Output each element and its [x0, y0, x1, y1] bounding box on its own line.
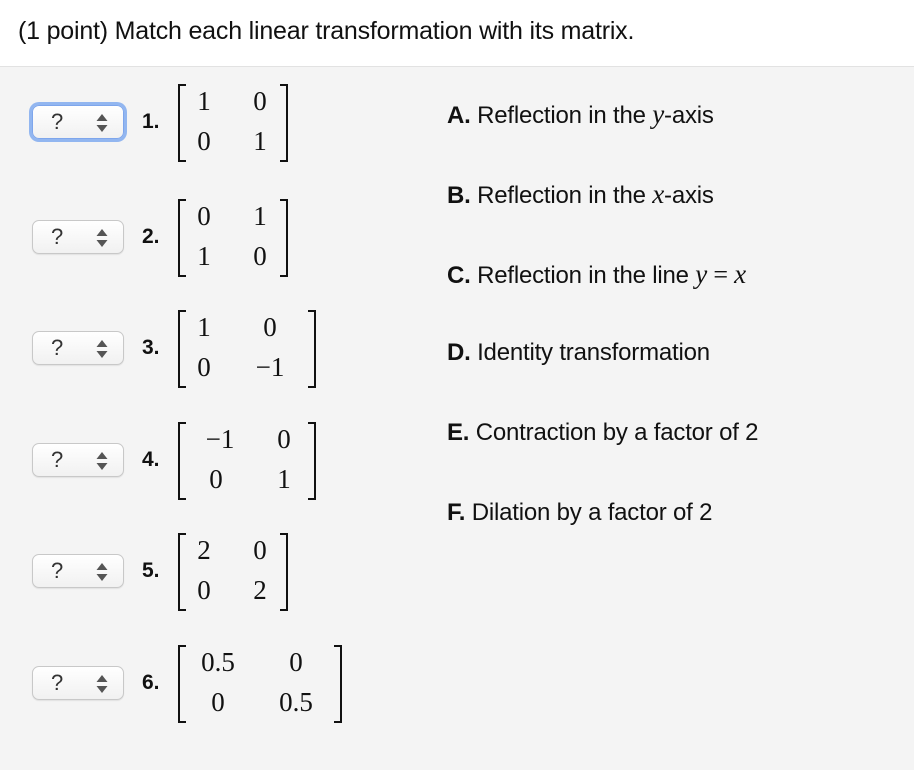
answer-letter: E. [447, 419, 470, 446]
matrix: 1 0 0 −1 [178, 310, 316, 390]
item-number: 1. [142, 110, 160, 133]
right-bracket [280, 533, 288, 611]
right-bracket [308, 422, 316, 500]
matrix-cell: 1 [197, 312, 211, 342]
math-variable: y [652, 99, 665, 129]
match-select-6[interactable]: ? [32, 666, 124, 700]
answer-letter: C. [447, 262, 471, 289]
matrix-cell: 1 [277, 464, 291, 494]
answer-text: Reflection in the [477, 182, 653, 209]
matrix: 2 0 0 2 [178, 533, 288, 613]
matrix: 0 1 1 0 [178, 199, 288, 279]
select-value: ? [51, 335, 64, 360]
matrix-cell: −1 [205, 424, 235, 454]
select-value: ? [51, 109, 64, 134]
select-value: ? [51, 558, 64, 583]
matrix-cell: −1 [255, 352, 285, 382]
answer-letter: B. [447, 182, 471, 209]
up-down-arrows-icon [96, 675, 108, 693]
left-bracket [178, 422, 186, 500]
up-down-arrows-icon [96, 452, 108, 470]
select-value: ? [51, 670, 64, 695]
answer-text: Reflection in the [477, 102, 653, 129]
up-down-arrows-icon [96, 114, 108, 132]
matrix-cell: 0.5 [201, 647, 235, 677]
answer-d: D. Identity transformation [447, 339, 710, 367]
problem-header: (1 point) Match each linear transformati… [0, 0, 914, 67]
match-select-1[interactable]: ? [32, 105, 124, 139]
matrix-cell: 0.5 [279, 687, 313, 717]
answer-b: B. Reflection in the x-axis [447, 179, 714, 210]
math-variable: x [652, 179, 665, 209]
matrix-cell: 0 [197, 126, 211, 156]
match-row-2: ? 2. 0 1 1 0 [0, 199, 420, 289]
answer-c: C. Reflection in the line y = x [447, 259, 746, 290]
up-down-arrows-icon [96, 340, 108, 358]
answer-text: -axis [664, 102, 714, 129]
answer-a: A. Reflection in the y-axis [447, 99, 714, 130]
matrix: 1 0 0 1 [178, 84, 288, 164]
right-bracket [308, 310, 316, 388]
matrix-cell: 2 [197, 535, 211, 565]
answer-text: Contraction by a factor of 2 [475, 419, 759, 446]
right-bracket [280, 199, 288, 277]
answer-text: Identity transformation [477, 339, 710, 366]
matrix: 0.5 0 0 0.5 [178, 645, 342, 725]
matrix-cell: 1 [197, 241, 211, 271]
matrix-cell: 1 [197, 86, 211, 116]
answer-text: Reflection in the line [477, 262, 696, 289]
match-select-5[interactable]: ? [32, 554, 124, 588]
match-select-4[interactable]: ? [32, 443, 124, 477]
select-value: ? [51, 447, 64, 472]
match-select-2[interactable]: ? [32, 220, 124, 254]
matrix-cell: 0 [277, 424, 291, 454]
math-variable: x [734, 259, 746, 289]
up-down-arrows-icon [96, 563, 108, 581]
matrix-cell: 0 [211, 687, 225, 717]
matrix-cell: 0 [289, 647, 303, 677]
match-row-6: ? 6. 0.5 0 0 0.5 [0, 645, 420, 735]
match-row-3: ? 3. 1 0 0 −1 [0, 310, 420, 400]
item-number: 3. [142, 336, 160, 359]
answer-text: -axis [664, 182, 714, 209]
item-number: 6. [142, 671, 160, 694]
matrix-cell: 0 [197, 352, 211, 382]
match-row-5: ? 5. 2 0 0 2 [0, 533, 420, 623]
math-variable: y [695, 259, 708, 289]
matrix-cell: 0 [197, 575, 211, 605]
item-number: 5. [142, 559, 160, 582]
match-row-4: ? 4. −1 0 0 1 [0, 422, 420, 512]
match-select-3[interactable]: ? [32, 331, 124, 365]
matrix-cell: 0 [209, 464, 223, 494]
problem-title: (1 point) Match each linear transformati… [18, 17, 635, 45]
matrix: −1 0 0 1 [178, 422, 316, 502]
left-bracket [178, 645, 186, 723]
answer-text: Dilation by a factor of 2 [471, 499, 713, 526]
answer-letter: D. [447, 339, 471, 366]
matrix-cell: 0 [263, 312, 277, 342]
match-row-1: ? 1. 1 0 0 1 [0, 84, 420, 174]
right-bracket [334, 645, 342, 723]
answer-e: E. Contraction by a factor of 2 [447, 419, 759, 447]
item-number: 4. [142, 448, 160, 471]
right-bracket [280, 84, 288, 162]
math-operator: = [707, 260, 735, 289]
answer-f: F. Dilation by a factor of 2 [447, 499, 712, 527]
matrix-cell: 0 [197, 201, 211, 231]
item-number: 2. [142, 225, 160, 248]
answer-letter: A. [447, 102, 471, 129]
up-down-arrows-icon [96, 229, 108, 247]
select-value: ? [51, 224, 64, 249]
answer-letter: F. [447, 499, 466, 526]
